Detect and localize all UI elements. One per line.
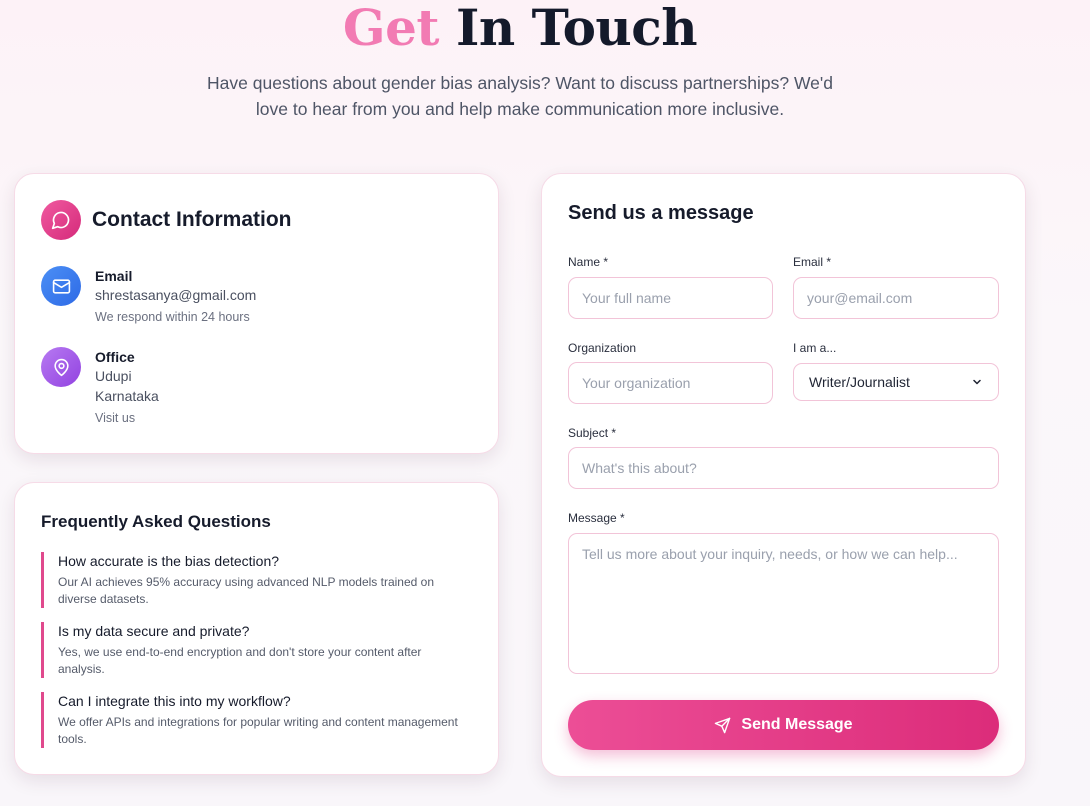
organization-input[interactable] (568, 362, 773, 404)
faq-item: How accurate is the bias detection? Our … (41, 552, 461, 608)
contact-email-row: Email shrestasanya@gmail.com We respond … (41, 266, 256, 326)
office-state: Karnataka (95, 388, 159, 404)
contact-info-title: Contact Information (92, 208, 292, 231)
contact-info-header: Contact Information (41, 200, 292, 240)
contact-office-row: Office Udupi Karnataka Visit us (41, 347, 159, 427)
role-selected-value: Writer/Journalist (809, 374, 910, 390)
faq-answer: Our AI achieves 95% accuracy using advan… (58, 575, 434, 606)
message-textarea[interactable] (568, 533, 999, 674)
message-label: Message * (568, 511, 625, 525)
page-title: Get In Touch (0, 0, 1040, 56)
faq-answer: Yes, we use end-to-end encryption and do… (58, 645, 422, 676)
email-input[interactable] (793, 277, 999, 319)
faq-question: Is my data secure and private? (58, 623, 250, 639)
email-value[interactable]: shrestasanya@gmail.com (95, 285, 256, 305)
faq-question: Can I integrate this into my workflow? (58, 693, 291, 709)
faq-item: Can I integrate this into my workflow? W… (41, 692, 461, 748)
faq-answer: We offer APIs and integrations for popul… (58, 715, 458, 746)
form-title: Send us a message (568, 202, 754, 224)
role-label: I am a... (793, 341, 837, 355)
email-field-label: Email * (793, 255, 832, 269)
faq-card: Frequently Asked Questions How accurate … (14, 482, 499, 775)
faq-title: Frequently Asked Questions (41, 512, 271, 531)
office-city: Udupi (95, 368, 132, 384)
map-pin-icon (41, 347, 81, 387)
subject-label: Subject * (568, 426, 617, 440)
faq-question: How accurate is the bias detection? (58, 553, 280, 569)
email-note: We respond within 24 hours (95, 310, 250, 324)
message-form-card: Send us a message Name * Email * Organiz… (541, 173, 1026, 777)
page-title-rest: In Touch (455, 0, 698, 57)
role-select[interactable]: Writer/Journalist (793, 363, 999, 401)
name-input[interactable] (568, 277, 773, 319)
mail-icon (41, 266, 81, 306)
faq-item: Is my data secure and private? Yes, we u… (41, 622, 461, 678)
organization-label: Organization (568, 341, 637, 355)
message-circle-icon (41, 200, 81, 240)
send-message-label: Send Message (741, 716, 853, 733)
send-icon (715, 717, 731, 733)
send-message-button[interactable]: Send Message (568, 700, 999, 750)
page-subtitle: Have questions about gender bias analysi… (207, 73, 833, 119)
page-title-accent: Get (342, 0, 440, 57)
chevron-down-icon (973, 379, 981, 385)
email-label: Email (95, 268, 133, 284)
contact-info-card: Contact Information Email shrestasanya@g… (14, 173, 499, 454)
office-label: Office (95, 349, 135, 365)
subject-input[interactable] (568, 447, 999, 489)
office-note: Visit us (95, 411, 136, 425)
name-label: Name * (568, 255, 609, 269)
